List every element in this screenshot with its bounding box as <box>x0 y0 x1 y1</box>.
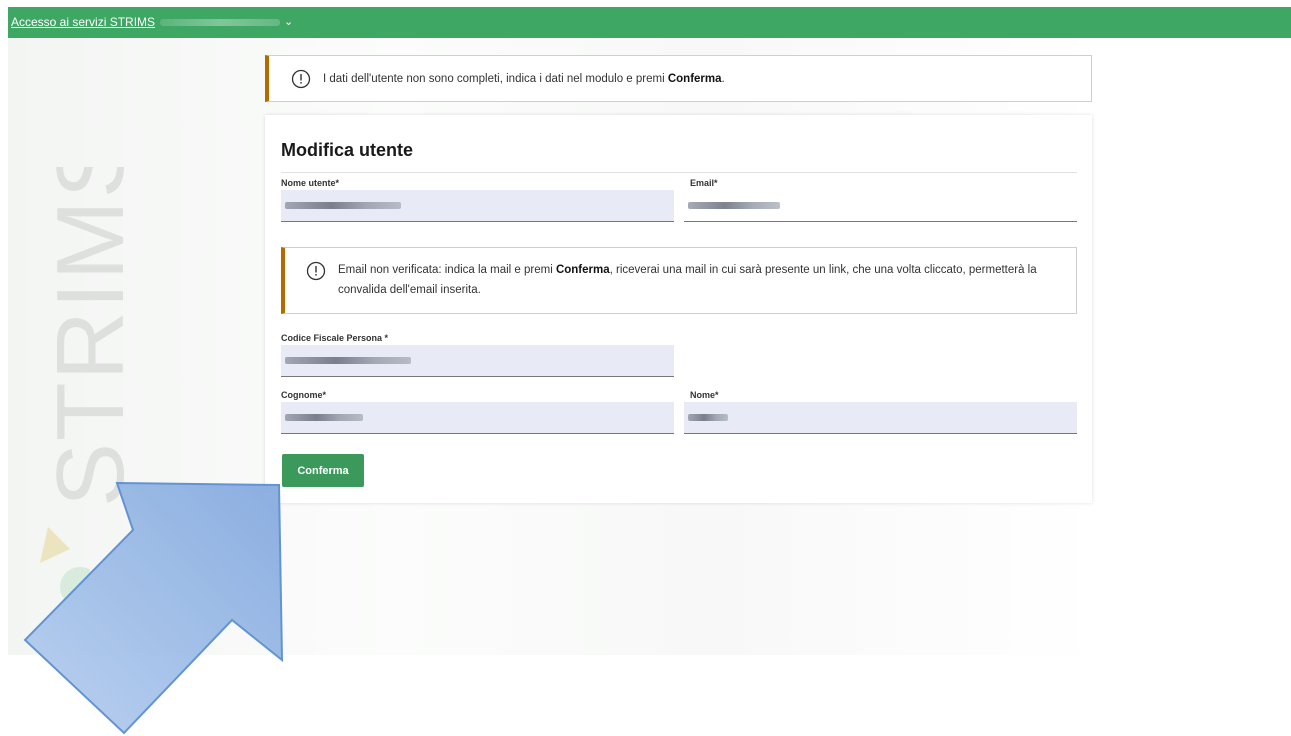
top-bar: Accesso ai servizi STRIMS ⌄ <box>8 7 1291 38</box>
email-redacted-value <box>688 202 780 209</box>
surname-redacted-value <box>285 414 363 421</box>
edit-user-card: Modifica utente Nome utente* Email* Emai… <box>265 115 1092 503</box>
exclamation-circle-icon <box>306 261 326 281</box>
surname-field[interactable] <box>281 402 674 434</box>
username-label: Nome utente* <box>281 178 340 188</box>
strims-services-link[interactable]: Accesso ai servizi STRIMS <box>11 15 155 29</box>
email-unverified-message: Email non verificata: indica la mail e p… <box>338 264 1037 296</box>
name-redacted-value <box>688 414 728 421</box>
title-divider <box>281 172 1077 173</box>
watermark-text: STRIMS <box>38 167 144 507</box>
page-title: Modifica utente <box>281 140 414 160</box>
email-label: Email* <box>690 178 718 188</box>
surname-label: Cognome* <box>281 390 326 400</box>
email-unverified-alert: Email non verificata: indica la mail e p… <box>281 247 1077 314</box>
name-field[interactable] <box>684 402 1077 434</box>
tax-code-label: Codice Fiscale Persona * <box>281 333 389 343</box>
chevron-down-icon[interactable]: ⌄ <box>284 15 293 28</box>
exclamation-circle-icon <box>291 69 311 89</box>
name-label: Nome* <box>690 390 719 400</box>
strims-watermark-logo: STRIMS <box>38 167 144 507</box>
email-field[interactable] <box>684 190 1077 222</box>
tax-code-field[interactable] <box>281 345 674 377</box>
user-name-redacted[interactable] <box>160 19 280 26</box>
app-viewport: Accesso ai servizi STRIMS ⌄ STRIMS I dat… <box>8 7 1291 655</box>
logo-leaf-shapes <box>40 527 90 607</box>
confirm-button[interactable]: Conferma <box>282 454 364 487</box>
tax-code-redacted-value <box>285 357 411 364</box>
incomplete-data-alert: I dati dell'utente non sono completi, in… <box>265 55 1092 102</box>
username-field[interactable] <box>281 190 674 222</box>
incomplete-data-message: I dati dell'utente non sono completi, in… <box>323 73 725 85</box>
username-redacted-value <box>285 202 401 209</box>
